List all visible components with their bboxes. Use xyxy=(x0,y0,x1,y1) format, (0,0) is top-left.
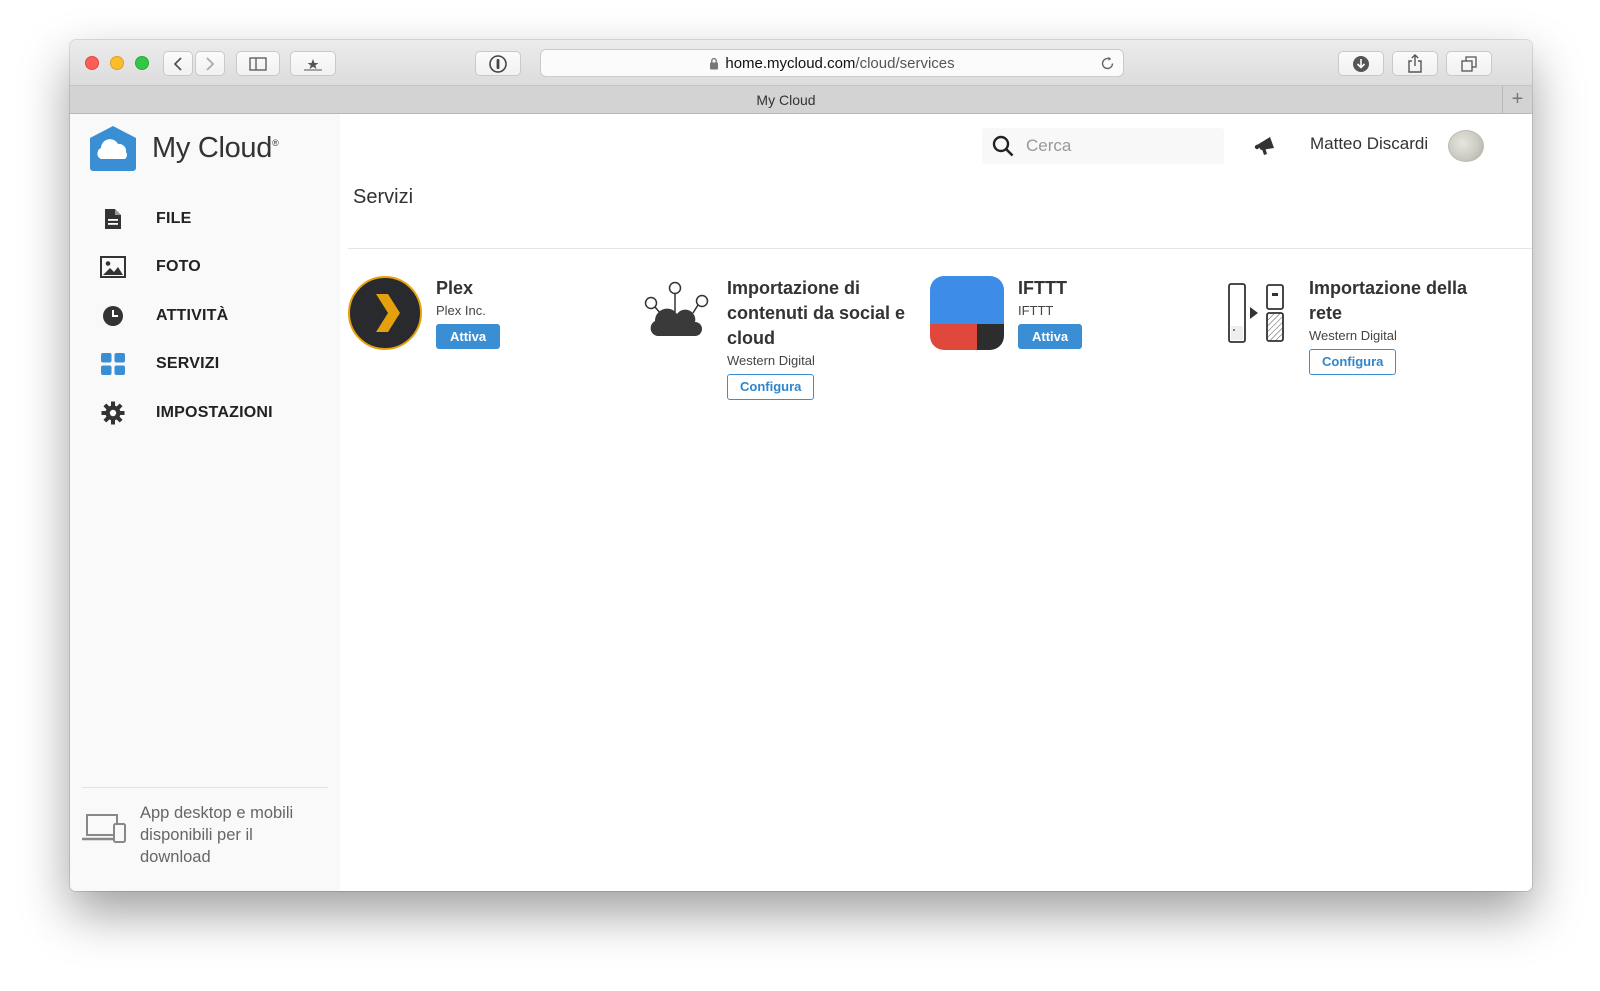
download-icon xyxy=(1353,55,1369,72)
app-container: My Cloud® FILE FOTO ATTIVITÀ SERVIZI IMP… xyxy=(70,114,1532,891)
user-name[interactable]: Matteo Discardi xyxy=(1310,134,1428,154)
cloud-import-icon xyxy=(639,276,713,350)
page-title: Servizi xyxy=(353,186,414,208)
star-icon xyxy=(304,58,322,70)
sidebar-item-label: FOTO xyxy=(156,258,201,275)
tabs-overview-button[interactable] xyxy=(1446,51,1492,76)
search-box[interactable] xyxy=(982,128,1224,164)
key-info-icon xyxy=(489,54,507,73)
downloads-button[interactable] xyxy=(1338,51,1384,76)
sidebar-item-label: SERVIZI xyxy=(156,355,220,372)
logo-text: My Cloud xyxy=(152,131,273,164)
registered-mark: ® xyxy=(272,137,279,148)
file-icon xyxy=(100,206,126,232)
service-vendor: Plex Inc. xyxy=(436,303,486,318)
chevron-left-icon xyxy=(173,56,182,71)
service-card-social-cloud-import: Importazione di contenuti da social e cl… xyxy=(639,276,917,400)
close-window-button[interactable] xyxy=(85,56,99,70)
avatar[interactable] xyxy=(1448,130,1484,162)
network-import-icon xyxy=(1221,276,1295,350)
sidebar-item-servizi[interactable]: SERVIZI xyxy=(100,349,219,379)
url-path: /cloud/services xyxy=(855,54,955,72)
search-icon xyxy=(992,135,1014,157)
sidebar-item-label: ATTIVITÀ xyxy=(156,307,229,324)
sidebar-item-file[interactable]: FILE xyxy=(100,204,191,234)
sidebar-toggle-button[interactable] xyxy=(236,51,280,76)
sidebar-item-attivita[interactable]: ATTIVITÀ xyxy=(100,301,228,331)
service-card-ifttt: IFTTT IFTTT Attiva xyxy=(930,276,1083,350)
new-tab-button[interactable]: + xyxy=(1502,86,1532,114)
sidebar-item-label: FILE xyxy=(156,210,192,227)
service-vendor: Western Digital xyxy=(727,353,815,368)
service-name: Plex xyxy=(436,278,474,298)
url-host: home.mycloud.com xyxy=(725,54,856,72)
sidebar-item-label: IMPOSTAZIONI xyxy=(156,404,273,421)
share-icon xyxy=(1408,53,1422,73)
tab-bar: My Cloud + xyxy=(70,86,1532,114)
sidebar-item-impostazioni[interactable]: IMPOSTAZIONI xyxy=(100,398,273,428)
browser-window: home.mycloud.com/cloud/services My Cloud… xyxy=(70,40,1532,891)
service-vendor: IFTTT xyxy=(1018,303,1054,318)
plex-activate-button[interactable]: Attiva xyxy=(436,324,501,349)
clock-icon xyxy=(100,303,126,329)
devices-icon xyxy=(82,814,126,843)
tab-my-cloud[interactable]: My Cloud xyxy=(70,86,1502,114)
browser-toolbar: home.mycloud.com/cloud/services xyxy=(70,40,1532,86)
back-button[interactable] xyxy=(163,51,193,76)
service-card-plex: Plex Plex Inc. Attiva xyxy=(348,276,501,350)
share-button[interactable] xyxy=(1392,51,1438,76)
service-card-network-import: Importazione della rete Western Digital … xyxy=(1221,276,1489,375)
lock-icon xyxy=(710,57,719,69)
sidebar-icon xyxy=(249,56,267,71)
forward-button[interactable] xyxy=(195,51,225,76)
social-cloud-configure-button[interactable]: Configura xyxy=(727,374,815,400)
notifications-button[interactable] xyxy=(1254,134,1278,161)
grid-icon xyxy=(100,351,126,377)
bookmarks-button[interactable] xyxy=(290,51,336,76)
download-apps-text: App desktop e mobili disponibili per il … xyxy=(140,804,294,866)
app-logo[interactable]: My Cloud® xyxy=(88,124,279,172)
password-button[interactable] xyxy=(475,51,521,76)
service-name: IFTTT xyxy=(1018,278,1067,298)
download-apps-link[interactable]: App desktop e mobili disponibili per il … xyxy=(82,802,320,868)
sidebar: My Cloud® FILE FOTO ATTIVITÀ SERVIZI IMP… xyxy=(70,114,340,891)
tabs-icon xyxy=(1461,55,1477,72)
ifttt-activate-button[interactable]: Attiva xyxy=(1018,324,1083,349)
search-input[interactable] xyxy=(1026,136,1206,156)
content-divider xyxy=(348,248,1532,249)
gear-icon xyxy=(100,400,126,426)
reload-icon[interactable] xyxy=(1100,56,1115,71)
zoom-window-button[interactable] xyxy=(135,56,149,70)
ifttt-icon xyxy=(930,276,1004,350)
photo-icon xyxy=(100,254,126,280)
plex-icon xyxy=(348,276,422,350)
sidebar-divider xyxy=(82,787,328,788)
service-vendor: Western Digital xyxy=(1309,328,1397,343)
service-name: Importazione della rete xyxy=(1309,278,1468,323)
network-import-configure-button[interactable]: Configura xyxy=(1309,349,1397,375)
chevron-right-icon xyxy=(206,56,215,71)
minimize-window-button[interactable] xyxy=(110,56,124,70)
megaphone-icon xyxy=(1254,137,1274,155)
service-name: Importazione di contenuti da social e cl… xyxy=(727,278,906,348)
my-cloud-logo-icon xyxy=(90,126,136,171)
address-bar[interactable]: home.mycloud.com/cloud/services xyxy=(540,49,1124,77)
sidebar-item-foto[interactable]: FOTO xyxy=(100,252,201,282)
